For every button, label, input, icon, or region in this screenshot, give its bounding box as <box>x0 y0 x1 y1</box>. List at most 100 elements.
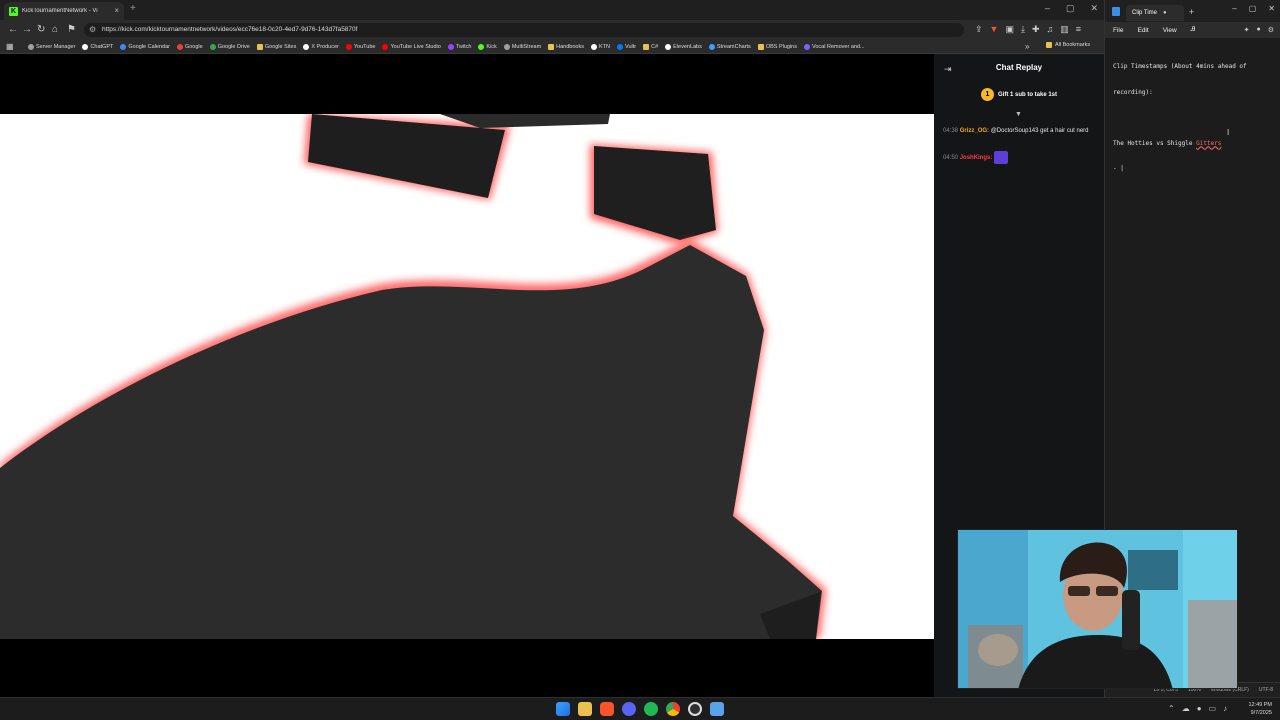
notepad-new-tab-icon[interactable]: + <box>1189 8 1194 17</box>
minimize-icon[interactable]: – <box>1232 4 1236 13</box>
bookmark-item[interactable]: OBS Plugins <box>757 44 797 50</box>
bookmark-label: MultiStream <box>511 44 542 50</box>
folder-icon <box>1046 42 1052 48</box>
account-icon[interactable]: ● <box>1256 26 1260 34</box>
bookmark-item[interactable]: Vocal Remover and... <box>804 44 865 50</box>
bookmark-item[interactable]: ElevenLabs <box>665 44 702 50</box>
gift-rank-badge: 1 <box>980 88 994 101</box>
puzzle-icon[interactable]: ✚ <box>1032 24 1040 35</box>
bookmark-item[interactable]: Vultr <box>616 44 637 50</box>
menu-view[interactable]: View <box>1163 27 1177 34</box>
maximize-icon[interactable]: ▢ <box>1249 4 1257 13</box>
maximize-icon[interactable]: ▢ <box>1066 3 1075 14</box>
bookmark-item[interactable]: MultiStream <box>503 44 542 50</box>
windows-start-icon[interactable] <box>556 702 570 716</box>
message-text: @DoctorSoup143 get a hair cut nerd <box>989 128 1089 134</box>
extension-icons: ⇪ ▼ ▣ ⤓ ✚ ♫ ▥ ≡ <box>975 24 1081 35</box>
bookmark-item[interactable]: KTN <box>590 44 610 50</box>
bookmark-label: YouTube <box>353 44 376 50</box>
site-info-icon[interactable]: ⚙ <box>89 25 96 34</box>
bookmark-item[interactable]: Google <box>176 44 203 50</box>
notepad-icon[interactable] <box>710 702 724 716</box>
home-icon[interactable]: ⌂ <box>52 24 58 36</box>
menu-edit[interactable]: Edit <box>1137 27 1148 34</box>
obs-icon[interactable] <box>688 702 702 716</box>
sidebar-icon[interactable]: ▥ <box>1060 24 1069 35</box>
bookmark-label: X Producer <box>311 44 339 50</box>
tab-close-icon[interactable]: × <box>114 7 119 15</box>
chat-message: 04:50 JoshKings: <box>943 151 1101 164</box>
close-icon[interactable]: ✕ <box>1268 4 1275 13</box>
copilot-icon[interactable]: ✦ <box>1244 26 1250 34</box>
bookmark-label: Vultr <box>624 44 637 50</box>
bookmark-item[interactable]: Google Drive <box>209 44 250 50</box>
bookmark-favicon-icon <box>209 44 216 50</box>
bookmark-label: KTN <box>598 44 610 50</box>
notepad-tools: ✦ ● ⚙ <box>1244 26 1274 34</box>
tray-expand-icon[interactable]: ⌃ <box>1168 704 1175 713</box>
message-username[interactable]: Grizz_OG: <box>960 128 989 134</box>
text-line: Clip Timestamps (About 4mins ahead of <box>1113 63 1247 70</box>
bookmark-item[interactable]: Handbooks <box>548 44 584 50</box>
settings-icon[interactable]: ⚙ <box>1268 26 1274 34</box>
extension-icon[interactable]: ▣ <box>1005 24 1014 35</box>
bookmark-label: StreamCharts <box>716 44 751 50</box>
bookmark-item[interactable]: Kick <box>478 44 497 50</box>
share-icon[interactable]: ⇪ <box>975 24 983 35</box>
notepad-tab-close-icon[interactable]: ● <box>1163 10 1167 16</box>
folder-icon <box>256 44 263 50</box>
bookmark-item[interactable]: C# <box>643 44 658 50</box>
notepad-tab-bar: Clip Time ● + – ▢ ✕ <box>1105 0 1280 22</box>
chrome-icon[interactable] <box>666 702 680 716</box>
media-icon[interactable]: ♫ <box>1047 24 1054 35</box>
download-icon[interactable]: ⤓ <box>1021 24 1025 35</box>
back-arrow-icon[interactable]: ← <box>8 24 18 36</box>
cloud-icon[interactable]: ☁ <box>1182 704 1190 713</box>
close-icon[interactable]: ✕ <box>1090 3 1098 14</box>
format-icon[interactable]: Ꭿ <box>1191 26 1196 34</box>
bookmark-favicon-icon <box>82 44 89 50</box>
volume-icon[interactable]: ♪ <box>1223 704 1227 713</box>
bookmark-item[interactable]: YouTube Live Studio <box>382 44 441 50</box>
browser-tab-kick[interactable]: K KickTournamentNetwork - Vi × <box>4 2 124 20</box>
browser-window-controls: – ▢ ✕ <box>1045 3 1098 14</box>
forward-arrow-icon[interactable]: → <box>22 24 32 36</box>
bookmark-item[interactable]: Server Manager <box>28 44 75 50</box>
apps-grid-icon[interactable]: ▦ <box>6 42 14 52</box>
bookmark-favicon-icon <box>176 44 183 50</box>
video-frame[interactable] <box>0 114 934 639</box>
bookmark-favicon-icon <box>616 44 623 50</box>
bookmark-item[interactable]: Twitch <box>447 44 472 50</box>
new-tab-icon[interactable]: + <box>130 3 136 15</box>
bookmark-item[interactable]: ChatGPT <box>82 44 113 50</box>
bookmark-item[interactable]: Google Sites <box>256 44 296 50</box>
all-bookmarks[interactable]: All Bookmarks <box>1046 42 1090 48</box>
message-time: 04:50 <box>943 155 959 162</box>
brave-shields-icon[interactable]: ▼ <box>990 24 999 35</box>
video-player[interactable] <box>0 54 934 697</box>
message-username[interactable]: JoshKings: <box>960 155 993 161</box>
bookmark-item[interactable]: X Producer <box>303 44 339 50</box>
bookmark-icon[interactable]: ⚑ <box>67 24 76 36</box>
taskbar-clock[interactable]: 12:49 PM 9/7/2025 <box>1248 701 1272 717</box>
bookmark-item[interactable]: Google Calendar <box>120 44 170 50</box>
network-icon[interactable]: ▭ <box>1209 704 1217 713</box>
bookmark-item[interactable]: YouTube <box>345 44 376 50</box>
minimize-icon[interactable]: – <box>1045 3 1050 14</box>
reload-icon[interactable]: ↻ <box>37 24 45 36</box>
discord-icon[interactable] <box>622 702 636 716</box>
more-bookmarks-icon[interactable]: » <box>1025 42 1029 51</box>
url-bar[interactable]: ⚙ https://kick.com/kicktournamentnetwork… <box>84 23 964 37</box>
menu-file[interactable]: File <box>1113 27 1123 34</box>
text-line <box>1113 114 1273 123</box>
file-explorer-icon[interactable] <box>578 702 592 716</box>
microphone-icon[interactable]: ● <box>1197 704 1202 713</box>
bookmark-item[interactable]: StreamCharts <box>708 44 751 50</box>
pin-icon[interactable]: ▼ <box>1015 111 1022 118</box>
bookmark-label: Twitch <box>455 44 472 50</box>
notepad-tab[interactable]: Clip Time ● <box>1126 5 1184 21</box>
gift-sub-banner[interactable]: 1 Gift 1 sub to take 1st <box>934 88 1104 101</box>
spotify-icon[interactable] <box>644 702 658 716</box>
menu-icon[interactable]: ≡ <box>1076 24 1081 35</box>
brave-browser-icon[interactable] <box>600 702 614 716</box>
